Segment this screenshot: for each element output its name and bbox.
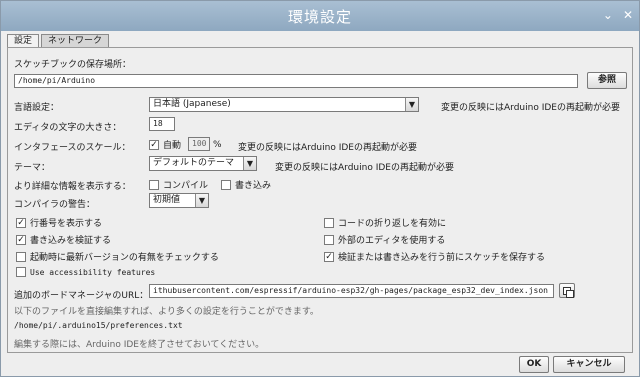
language-select[interactable]: 日本語 (Japanese) ▼ [149,97,419,112]
cancel-button[interactable]: キャンセル [553,356,625,373]
check-icon: ✓ [149,139,159,150]
verbose-compile-label: コンパイル [163,181,209,191]
chevron-down-icon: ▼ [195,194,208,207]
percent-sign: % [213,140,222,150]
scale-note: 変更の反映にはArduino IDEの再起動が必要 [238,143,417,153]
verbose-label: より詳細な情報を表示する： [14,182,131,192]
board-manager-label: 追加のボードマネージャのURL： [14,291,149,301]
external-editor-label: 外部のエディタを使用する [338,236,446,246]
warnings-value: 初期値 [153,195,181,205]
scale-auto-checkbox[interactable]: ✓ 自動 [149,138,181,151]
theme-label: テーマ： [14,163,51,173]
preferences-path: /home/pi/.arduino15/preferences.txt [14,321,183,330]
chevron-down-icon[interactable]: ⌄ [603,8,613,22]
verbose-upload-checkbox[interactable]: 書き込み [221,178,271,191]
chevron-down-icon: ▼ [243,157,256,170]
theme-select[interactable]: デフォルトのテーマ ▼ [149,156,257,171]
board-manager-url-input[interactable]: ithubusercontent.com/espressif/arduino-e… [149,284,554,298]
scale-auto-label: 自動 [163,141,182,151]
tab-network[interactable]: ネットワーク [41,34,110,47]
settings-panel: スケッチブックの保存場所： /home/pi/Arduino 参照 言語設定： … [7,47,633,353]
verify-upload-checkbox[interactable]: ✓ 書き込みを検証する [16,233,111,246]
check-icon: ✓ [16,217,26,228]
theme-note: 変更の反映にはArduino IDEの再起動が必要 [275,163,454,173]
language-value: 日本語 (Japanese) [153,99,231,109]
check-updates-label: 起動時に最新バージョンの有無をチェックする [30,253,219,263]
theme-value: デフォルトのテーマ [153,158,235,168]
checkbox-box [324,234,334,245]
language-note: 変更の反映にはArduino IDEの再起動が必要 [441,103,620,113]
checkbox-box [16,267,26,277]
scale-percent-input[interactable]: 100 [188,137,210,151]
preferences-window: 環境設定 ⌄ ✕ 設定 ネットワーク スケッチブックの保存場所： /home/p… [0,0,640,377]
verbose-compile-checkbox[interactable]: コンパイル [149,178,208,191]
ok-button[interactable]: OK [519,356,549,373]
external-editor-checkbox[interactable]: 外部のエディタを使用する [324,233,445,246]
verbose-upload-label: 書き込み [235,181,272,191]
sketchbook-path-input[interactable]: /home/pi/Arduino [14,74,578,88]
check-updates-checkbox[interactable]: 起動時に最新バージョンの有無をチェックする [16,250,219,263]
checkbox-box [149,179,159,190]
font-size-label: エディタの文字の大きさ： [14,123,122,133]
warnings-label: コンパイラの警告： [14,200,96,210]
title-bar: 環境設定 ⌄ ✕ [1,1,639,31]
scale-label: インタフェースのスケール： [14,143,131,153]
font-size-input[interactable]: 18 [149,117,175,131]
language-label: 言語設定： [14,103,60,113]
tab-bar: 設定 ネットワーク [7,34,111,47]
line-numbers-checkbox[interactable]: ✓ 行番号を表示する [16,216,102,229]
check-icon: ✓ [16,234,26,245]
more-settings-note: 以下のファイルを直接編集すれば、より多くの設定を行うことができます。 [14,307,319,317]
code-folding-label: コードの折り返しを有効に [338,219,447,229]
browse-button[interactable]: 参照 [587,72,627,89]
verify-upload-label: 書き込みを検証する [30,236,112,246]
checkbox-box [324,217,334,228]
checkbox-box [16,251,26,262]
accessibility-checkbox[interactable]: Use accessibility features [16,267,155,277]
checkbox-box [221,179,231,190]
window-title: 環境設定 [287,7,352,26]
tab-settings[interactable]: 設定 [7,34,40,47]
save-on-verify-checkbox[interactable]: ✓ 検証または書き込みを行う前にスケッチを保存する [324,250,545,263]
check-icon: ✓ [324,251,334,262]
code-folding-checkbox[interactable]: コードの折り返しを有効に [324,216,446,229]
close-icon[interactable]: ✕ [623,8,633,22]
accessibility-label: Use accessibility features [30,267,156,277]
chevron-down-icon: ▼ [405,98,418,111]
warnings-select[interactable]: 初期値 ▼ [149,193,209,208]
window-copy-icon[interactable] [559,283,575,298]
sketchbook-label: スケッチブックの保存場所： [14,60,132,70]
edit-note: 編集する際には、Arduino IDEを終了させておいてください。 [14,340,265,350]
line-numbers-label: 行番号を表示する [30,219,103,229]
save-on-verify-label: 検証または書き込みを行う前にスケッチを保存する [338,253,546,263]
